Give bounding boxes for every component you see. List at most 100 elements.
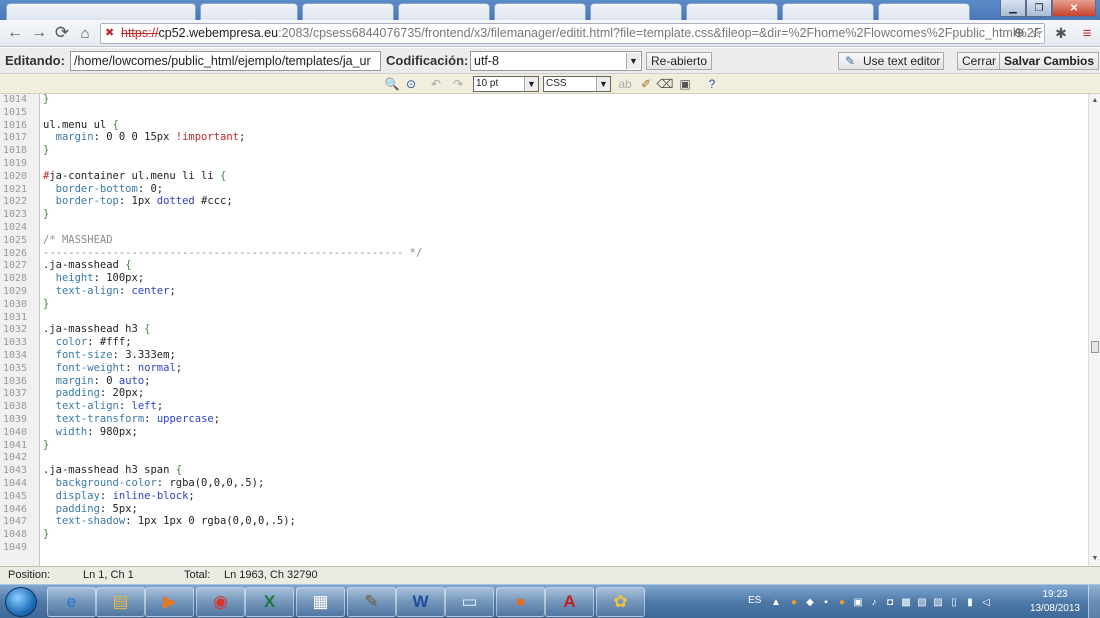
code-text: text-align: center; [43, 285, 176, 298]
fullscreen-icon[interactable]: ▣ [677, 76, 693, 92]
minimize-icon[interactable]: ▁ [1000, 0, 1026, 17]
browser-tab-active[interactable] [200, 3, 298, 20]
reload-icon[interactable]: ⟳ [53, 23, 71, 42]
code-text: color: #fff; [43, 336, 132, 349]
chrome-icon[interactable]: ◉ [196, 587, 245, 617]
code-token: { [125, 259, 132, 272]
browser-tab[interactable] [6, 3, 196, 20]
tray-arrow-icon[interactable]: ▲ [770, 597, 782, 608]
browser-tab[interactable] [782, 3, 874, 20]
remote-desktop-icon[interactable]: ▦ [296, 587, 345, 617]
line-number: 1040 [3, 426, 28, 438]
code-line: 1035 font-weight: normal; [0, 362, 1088, 375]
ie-icon[interactable]: e [47, 587, 96, 617]
browser-tab[interactable] [494, 3, 586, 20]
line-number: 1046 [3, 503, 28, 515]
gimp-icon[interactable]: ✎ [347, 587, 396, 617]
code-token: #ccc; [194, 195, 233, 208]
star-icon[interactable]: ☆ [1028, 24, 1046, 42]
scroll-up-icon[interactable]: ▲ [1090, 96, 1100, 106]
code-line: 1027 .ja-masshead { [0, 259, 1088, 272]
tray-app-icon[interactable]: ◘ [884, 597, 896, 608]
excel-icon[interactable]: X [245, 587, 294, 617]
code-line: 1018} [0, 144, 1088, 157]
media-player-icon[interactable]: ▶ [145, 587, 194, 617]
tray-app-icon[interactable]: ▪ [820, 597, 832, 608]
volume-icon[interactable]: ♪ [868, 597, 880, 608]
signal-icon[interactable]: ▮ [964, 597, 976, 608]
code-token: text-shadow [43, 515, 126, 528]
code-text: font-weight: normal; [43, 362, 182, 375]
notepad-icon[interactable]: ▭ [445, 587, 494, 617]
code-text: } [43, 298, 49, 311]
firefox-icon[interactable]: ● [496, 587, 545, 617]
home-icon[interactable]: ⌂ [76, 24, 94, 42]
scrollbar-thumb[interactable] [1091, 341, 1099, 353]
forward-arrow-icon[interactable]: → [30, 24, 48, 42]
maximize-icon[interactable]: ❐ [1026, 0, 1052, 17]
line-number: 1028 [3, 273, 28, 285]
warning-icon[interactable]: ● [788, 597, 800, 608]
browser-tab[interactable] [878, 3, 970, 20]
code-token: ; [238, 131, 246, 144]
reopen-button[interactable]: Re-abierto [646, 52, 713, 70]
code-line: 1049 [0, 541, 1088, 554]
code-token: text-transform [43, 413, 145, 425]
eraser-icon[interactable]: ⌫ [657, 76, 674, 92]
tray-app-icon[interactable]: ● [836, 597, 848, 608]
clock[interactable]: 19:23 13/08/2013 [1030, 588, 1080, 616]
use-text-editor-button[interactable]: ✎ Use text editor [838, 52, 944, 70]
file-path-field[interactable]: /home/lowcomes/public_html/ejemplo/templ… [70, 51, 381, 71]
tray-app-icon[interactable]: ▧ [916, 597, 928, 608]
language-indicator[interactable]: ES [748, 595, 761, 606]
status-bar: Position: Ln 1, Ch 1 Total: Ln 1963, Ch … [0, 566, 1100, 584]
line-number: 1018 [3, 145, 28, 157]
network-icon[interactable]: ▣ [852, 597, 864, 608]
search-icon[interactable]: 🔍 [384, 76, 400, 92]
code-line: 1028 height: 100px; [0, 272, 1088, 285]
browser-tab[interactable] [686, 3, 778, 20]
extension-icon[interactable]: ✱ [1052, 24, 1070, 42]
show-desktop-button[interactable] [1088, 585, 1100, 618]
line-number: 1027 [3, 260, 28, 272]
url-bar[interactable]: ✖ https://cp52.webempresa.eu:2083/cpsess… [100, 23, 1045, 44]
encoding-select[interactable]: utf-8 ▼ [470, 51, 642, 71]
acrobat-icon[interactable]: A [545, 587, 594, 617]
browser-tab[interactable] [590, 3, 682, 20]
browser-tab[interactable] [398, 3, 490, 20]
help-icon[interactable]: ? [704, 76, 720, 92]
goto-line-icon[interactable]: ⊙ [403, 76, 419, 92]
battery-icon[interactable]: ▯ [948, 597, 960, 608]
code-editor[interactable]: 1014} 1015 1016 ul.menu ul {1017 margin: 0 … [0, 94, 1088, 566]
undo-icon[interactable]: ↶ [428, 76, 444, 92]
save-changes-button[interactable]: Salvar Cambios [999, 52, 1100, 70]
word-icon[interactable]: W [396, 587, 445, 617]
editing-label: Editando: [5, 53, 65, 68]
close-window-icon[interactable]: ✕ [1052, 0, 1096, 17]
explorer-folder-icon[interactable]: ▤ [96, 587, 145, 617]
redo-icon[interactable]: ↷ [450, 76, 466, 92]
line-number: 1033 [3, 337, 28, 349]
line-number: 1049 [3, 542, 28, 553]
browser-tab[interactable] [302, 3, 394, 20]
code-token: : 0 [93, 374, 119, 387]
tray-app-icon[interactable]: ▩ [900, 597, 912, 608]
menu-icon[interactable]: ≡ [1078, 24, 1096, 42]
vertical-scrollbar[interactable]: ▲ ▼ [1088, 94, 1100, 566]
tray-app-icon[interactable]: ◆ [804, 597, 816, 608]
back-arrow-icon[interactable]: ← [6, 24, 24, 42]
syntax-select[interactable]: CSS ▼ [543, 76, 611, 92]
speaker-icon[interactable]: ◁ [980, 597, 992, 608]
scroll-down-icon[interactable]: ▼ [1090, 554, 1100, 564]
start-button[interactable] [5, 587, 37, 617]
code-token: padding [43, 502, 100, 515]
tray-app-icon[interactable]: ▨ [932, 597, 944, 608]
font-size-select[interactable]: 10 pt ▼ [473, 76, 539, 92]
reset-highlight-icon[interactable]: ✐ [638, 76, 654, 92]
line-number: 1044 [3, 478, 28, 489]
highlight-icon[interactable]: ab [617, 76, 633, 92]
zoom-icon[interactable]: ⊕ [1010, 24, 1028, 42]
code-token: { [144, 323, 151, 336]
paint-icon[interactable]: ✿ [596, 587, 645, 617]
close-button[interactable]: Cerrar [957, 52, 1002, 70]
